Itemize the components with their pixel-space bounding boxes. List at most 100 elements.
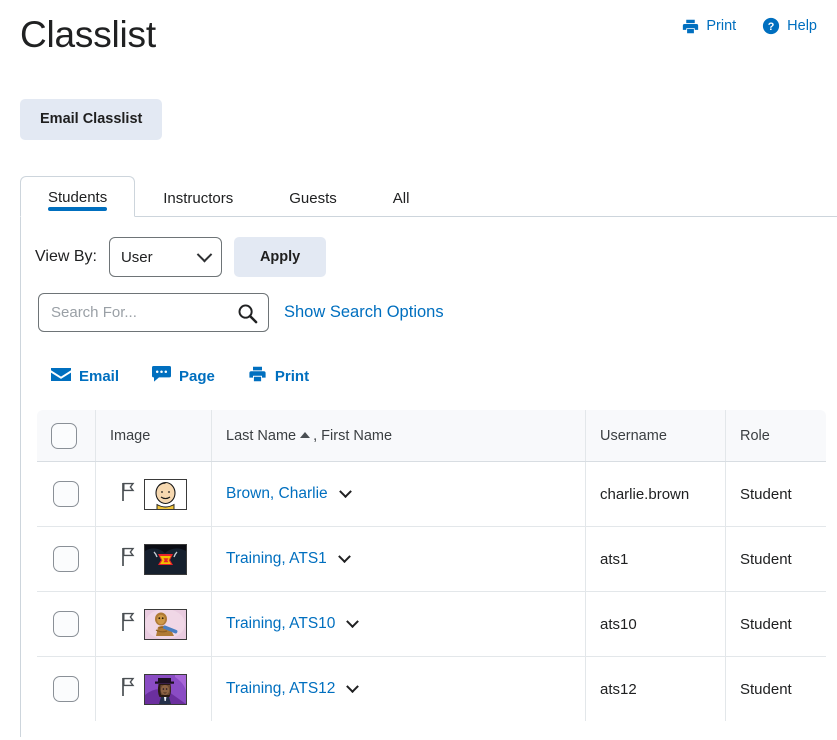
row-name-cell: Brown, Charlie (212, 462, 586, 527)
row-select-cell (37, 657, 96, 722)
tabs-section: Students Instructors Guests All View By:… (20, 170, 837, 737)
row-role-cell: Student (726, 462, 827, 527)
table-row: Brown, Charlie charlie.brown Student (37, 462, 827, 527)
search-box[interactable] (38, 293, 269, 332)
tab-active-underline (48, 207, 107, 211)
row-image-cell (96, 462, 212, 527)
print-action-label: Print (275, 368, 309, 385)
select-all-checkbox[interactable] (51, 423, 77, 449)
envelope-icon (51, 367, 71, 386)
view-by-label: View By: (35, 248, 97, 266)
row-image-cell (96, 527, 212, 592)
superman-avatar (144, 544, 187, 575)
printer-icon (248, 365, 267, 387)
toolbar: Email Classlist (20, 99, 162, 140)
row-context-menu-icon[interactable] (338, 550, 351, 563)
row-role-cell: Student (726, 527, 827, 592)
row-username-cell: charlie.brown (586, 462, 726, 527)
question-circle-icon: ? (762, 17, 780, 35)
show-search-options-link[interactable]: Show Search Options (284, 303, 444, 322)
flag-icon[interactable] (121, 612, 135, 636)
page-header: Classlist Print ? Help (0, 0, 837, 72)
row-checkbox[interactable] (53, 611, 79, 637)
row-checkbox[interactable] (53, 546, 79, 572)
tab-all[interactable]: All (365, 177, 438, 217)
header-help-link[interactable]: ? Help (762, 17, 817, 35)
printer-icon (682, 18, 699, 35)
chevron-down-icon (197, 246, 213, 262)
email-action[interactable]: Email (51, 367, 119, 386)
tab-instructors-label: Instructors (163, 190, 233, 207)
students-panel: View By: User Apply Show Search Options (20, 217, 837, 737)
email-classlist-button[interactable]: Email Classlist (20, 99, 162, 140)
role-header[interactable]: Role (726, 410, 827, 462)
list-actions: Email Page Print (21, 332, 837, 387)
table-head: Image Last Name , First Name Username Rol… (37, 410, 827, 462)
username-header[interactable]: Username (586, 410, 726, 462)
flag-icon[interactable] (121, 677, 135, 701)
row-checkbox[interactable] (53, 676, 79, 702)
name-header-secondary: , First Name (313, 428, 392, 444)
row-name-cell: Training, ATS1 (212, 527, 586, 592)
row-username-cell: ats10 (586, 592, 726, 657)
table-body: Brown, Charlie charlie.brown Student (37, 462, 827, 722)
row-role-cell: Student (726, 657, 827, 722)
row-name-cell: Training, ATS10 (212, 592, 586, 657)
header-print-label: Print (706, 18, 736, 34)
header-print-link[interactable]: Print (682, 18, 736, 35)
page-title: Classlist (20, 12, 156, 58)
classlist-table: Image Last Name , First Name Username Rol… (36, 409, 827, 722)
table-row: Training, ATS12 ats12 Student (37, 657, 827, 722)
tab-instructors[interactable]: Instructors (135, 177, 261, 217)
sort-ascending-icon (300, 432, 310, 438)
flag-icon[interactable] (121, 482, 135, 506)
student-name-link[interactable]: Brown, Charlie (226, 485, 328, 503)
row-context-menu-icon[interactable] (339, 485, 352, 498)
charlie-brown-avatar (144, 479, 187, 510)
row-name-cell: Training, ATS12 (212, 657, 586, 722)
row-context-menu-icon[interactable] (347, 680, 360, 693)
student-name-link[interactable]: Training, ATS10 (226, 615, 335, 633)
student-name-link[interactable]: Training, ATS1 (226, 550, 327, 568)
row-select-cell (37, 592, 96, 657)
page-action-label: Page (179, 368, 215, 385)
classlist-table-wrap: Image Last Name , First Name Username Rol… (21, 387, 837, 722)
table-row: Training, ATS10 ats10 Student (37, 592, 827, 657)
view-by-select[interactable]: User (109, 237, 222, 277)
select-all-header (37, 410, 96, 462)
name-header[interactable]: Last Name , First Name (212, 410, 586, 462)
row-image-cell (96, 657, 212, 722)
student-name-link[interactable]: Training, ATS12 (226, 680, 335, 698)
print-action[interactable]: Print (248, 365, 309, 387)
search-bar: Show Search Options (21, 277, 837, 332)
tab-students-label: Students (48, 189, 107, 206)
header-help-label: Help (787, 18, 817, 34)
magnifier-icon[interactable] (237, 303, 258, 329)
row-image-cell (96, 592, 212, 657)
row-select-cell (37, 462, 96, 527)
view-by-value: User (121, 249, 153, 266)
image-header: Image (96, 410, 212, 462)
row-username-cell: ats1 (586, 527, 726, 592)
tab-students[interactable]: Students (20, 176, 135, 217)
tab-all-label: All (393, 190, 410, 207)
tab-list: Students Instructors Guests All (20, 170, 837, 217)
tabs-divider (20, 216, 837, 217)
apply-button[interactable]: Apply (234, 237, 326, 277)
row-checkbox[interactable] (53, 481, 79, 507)
page-action[interactable]: Page (152, 366, 215, 386)
flag-icon[interactable] (121, 547, 135, 571)
chat-bubble-icon (152, 366, 171, 386)
classlist-page: Classlist Print ? Help Email Classlist (0, 0, 837, 740)
email-action-label: Email (79, 368, 119, 385)
row-role-cell: Student (726, 592, 827, 657)
tab-guests[interactable]: Guests (261, 177, 365, 217)
filter-bar: View By: User Apply (21, 217, 837, 277)
svg-text:?: ? (768, 21, 775, 33)
table-row: Training, ATS1 ats1 Student (37, 527, 827, 592)
row-context-menu-icon[interactable] (347, 615, 360, 628)
tab-guests-label: Guests (289, 190, 337, 207)
table-header-row: Image Last Name , First Name Username Rol… (37, 410, 827, 462)
search-input[interactable] (39, 294, 268, 331)
name-header-primary: Last Name (226, 428, 296, 444)
